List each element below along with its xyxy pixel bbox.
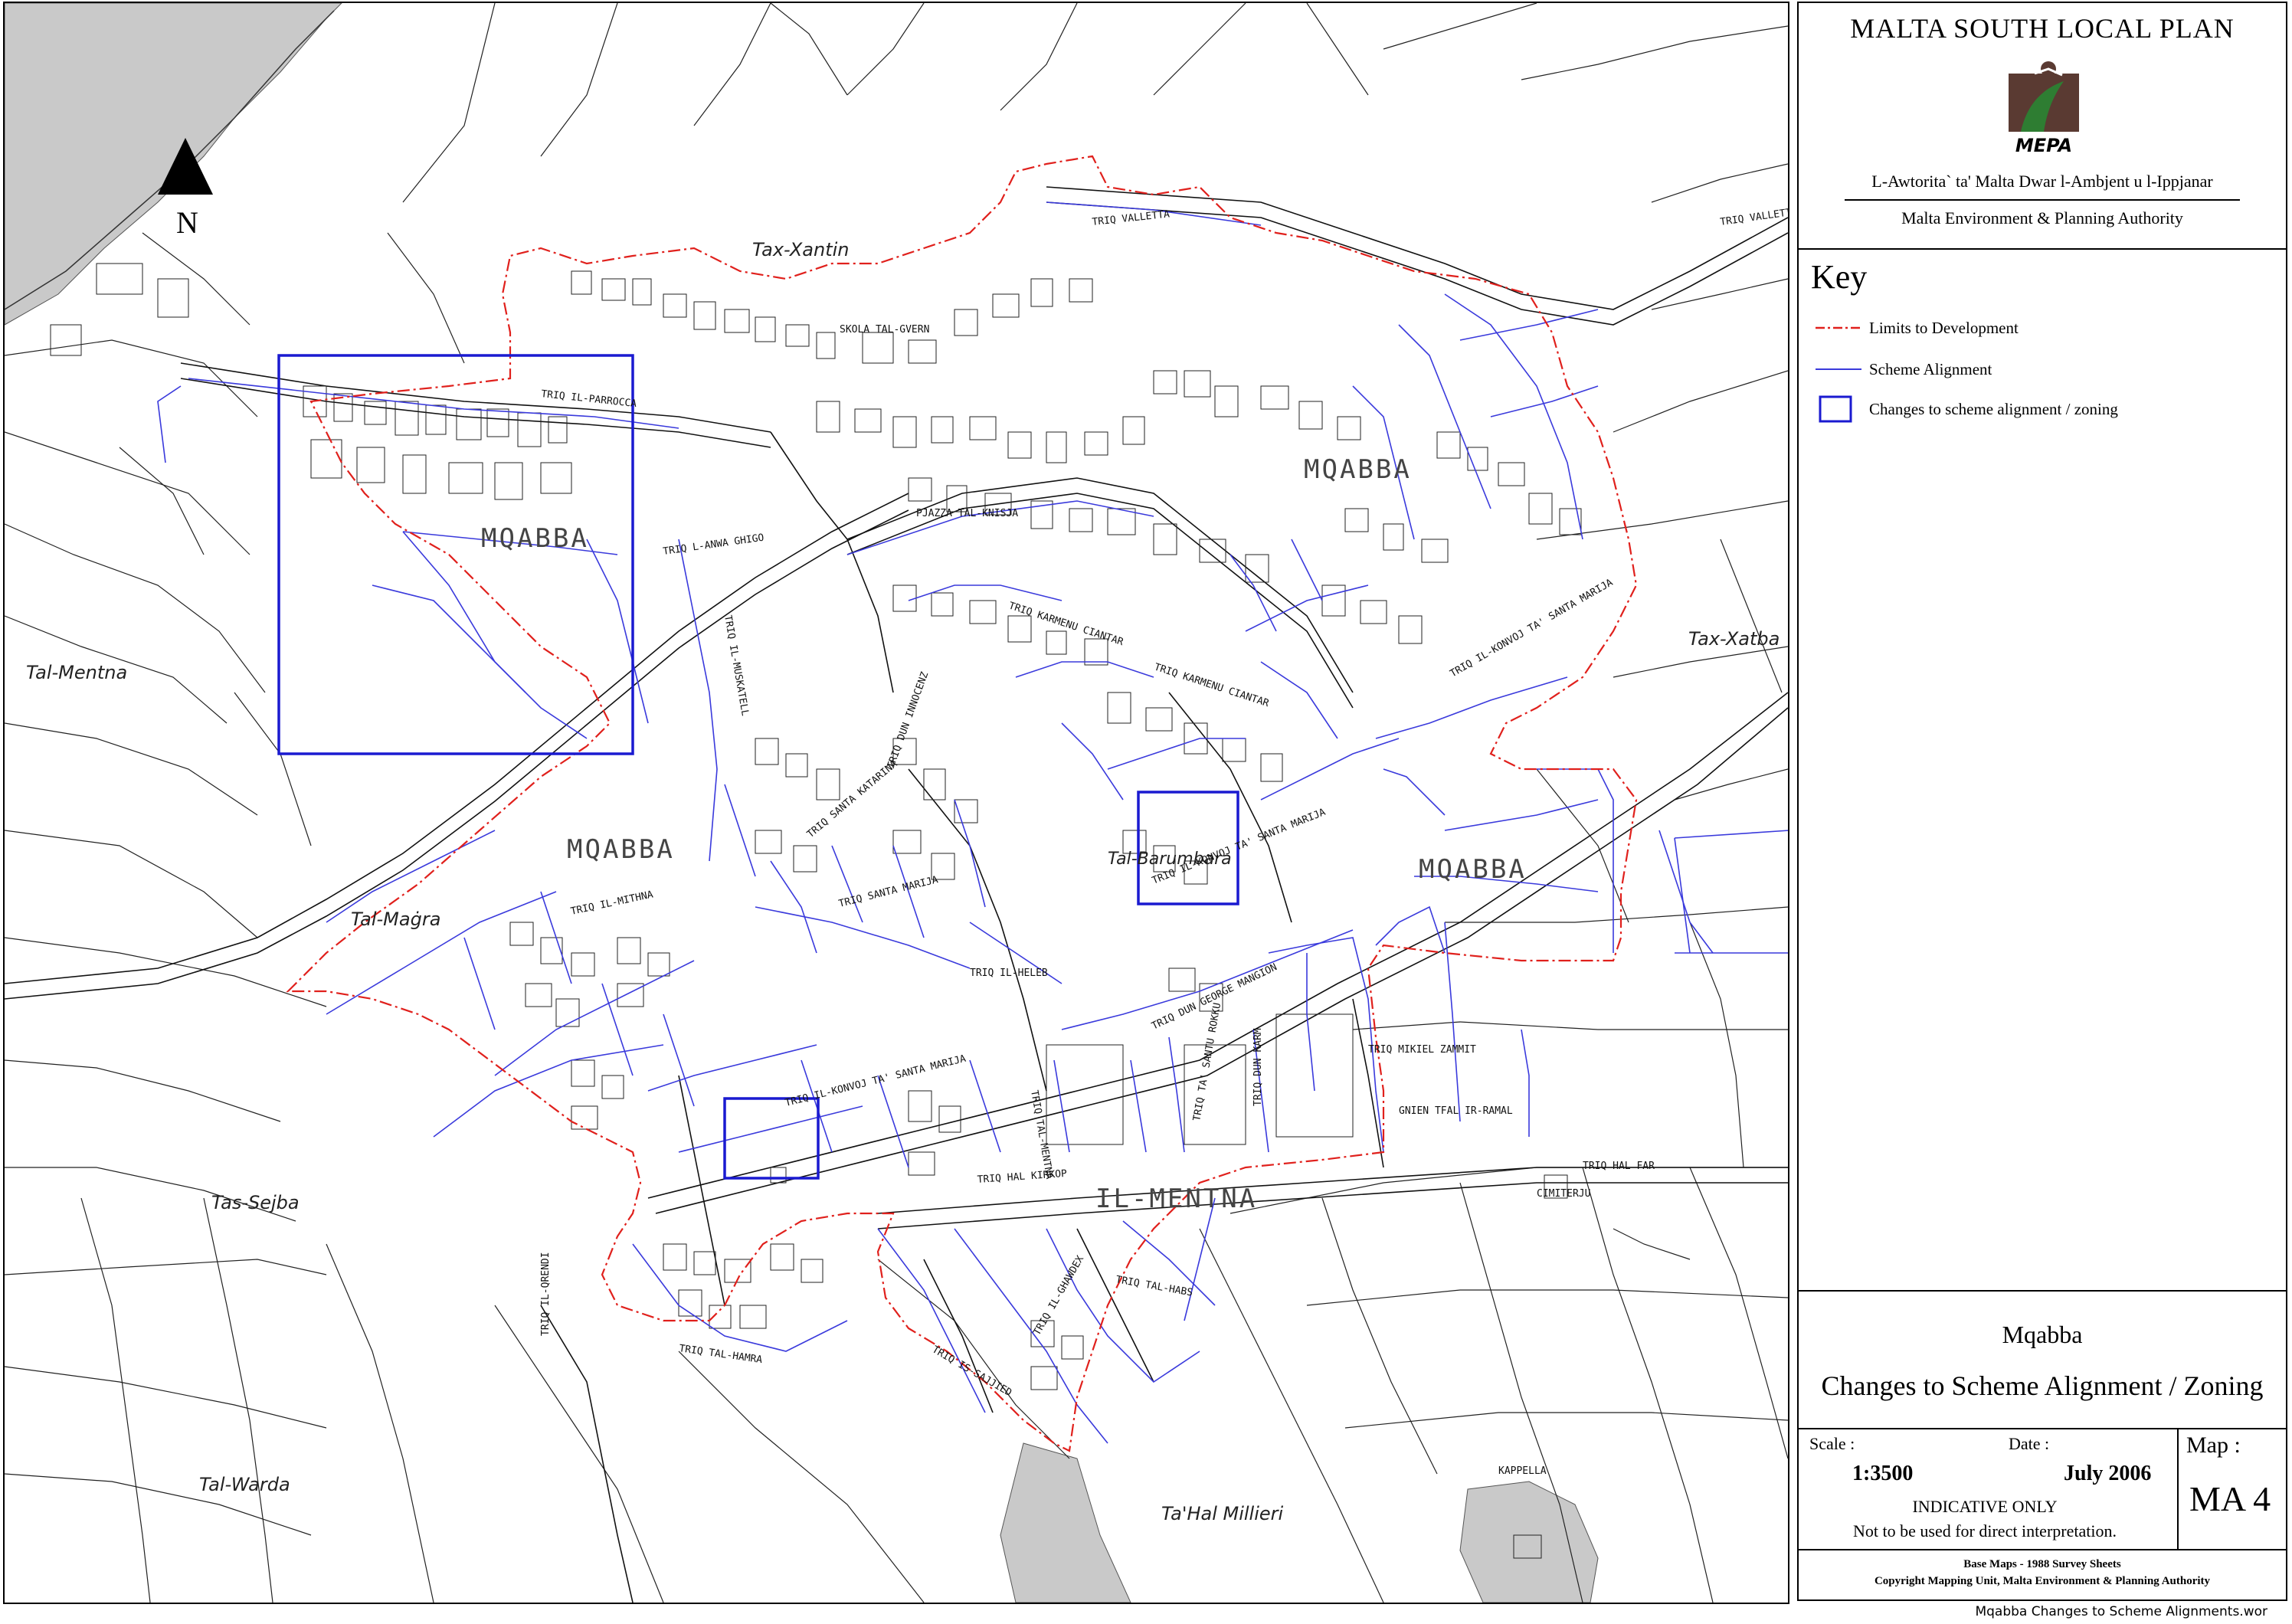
landmark-skola: SKOLA TAL-GVERN xyxy=(840,324,929,336)
place-tal-magra: Tal-Maġra xyxy=(351,909,440,930)
info-block-divider xyxy=(1799,1428,2286,1429)
key-label-scheme: Scheme Alignment xyxy=(1869,360,1992,378)
street-triq-tal-hamra: TRIQ TAL-HAMRA xyxy=(678,1343,763,1366)
street-triq-tal-habs: TRIQ TAL-HABS xyxy=(1115,1274,1193,1298)
place-tal-mentna: Tal-Mentna xyxy=(26,662,127,683)
street-triq-il-konvoj-3: TRIQ IL-KONVOJ TA' SANTA MARIJA xyxy=(784,1053,967,1109)
landmark-gnien: GNIEN TFAL IR-RAMAL xyxy=(1399,1105,1513,1117)
header-divider xyxy=(1799,248,2286,250)
street-triq-karmenu-ciantar-2: TRIQ KARMENU CIANTAR xyxy=(1153,662,1271,710)
landmark-cimiterju: CIMITERJU xyxy=(1537,1188,1590,1200)
base-maps-note: Base Maps - 1988 Survey Sheets xyxy=(1963,1558,2121,1570)
street-triq-il-heleb: TRIQ IL-HELEB xyxy=(970,968,1048,979)
copyright-note: Copyright Mapping Unit, Malta Environmen… xyxy=(1874,1575,2211,1587)
red-dash-dot-line-icon xyxy=(1816,326,1861,329)
change-zone-3[interactable] xyxy=(723,1097,820,1180)
key-label-changes: Changes to scheme alignment / zoning xyxy=(1869,400,2118,418)
place-il-mentna: IL-MENTNA xyxy=(1095,1184,1257,1214)
map-title: Mqabba xyxy=(2002,1321,2083,1348)
street-triq-l-anwa-ghigo: TRIQ L-ANWA GHIGO xyxy=(662,532,765,558)
street-triq-il-konvoj-1: TRIQ IL-KONVOJ TA' SANTA MARIJA xyxy=(1449,577,1616,679)
place-ta-hal-millieri: Ta'Hal Millieri xyxy=(1161,1503,1284,1524)
authority-divider xyxy=(1845,199,2240,201)
key-item-changes: Changes to scheme alignment / zoning xyxy=(1812,394,2272,424)
north-label: N xyxy=(176,205,198,240)
scale-label: Scale : xyxy=(1809,1434,1855,1453)
key-heading: Key xyxy=(1811,258,1868,296)
street-triq-il-ghawdex: TRIQ IL-GHAWDEX xyxy=(1031,1254,1086,1338)
street-triq-is-sajjied: TRIQ IS-SAJJIED xyxy=(930,1344,1013,1399)
place-tax-xatba: Tax-Xatba xyxy=(1688,628,1780,650)
street-triq-il-muskatell: TRIQ IL-MUSKATELL xyxy=(722,614,751,717)
indicative-note: INDICATIVE ONLY xyxy=(1912,1497,2058,1516)
mepa-logo-icon: MEPA xyxy=(2009,61,2079,156)
key-label-limits: Limits to Development xyxy=(1869,319,2019,337)
place-tax-xantin: Tax-Xantin xyxy=(752,239,850,260)
file-name: Mqabba Changes to Scheme Alignments.wor xyxy=(1975,1604,2267,1619)
legend-panel: MALTA SOUTH LOCAL PLAN MEPA L-Awtorita` … xyxy=(1797,2,2287,1601)
not-for-interpretation-note: Not to be used for direct interpretation… xyxy=(1853,1521,2117,1541)
street-triq-santa-marija: TRIQ SANTA MARIJA xyxy=(837,874,939,910)
landmark-kappella: KAPPELLA xyxy=(1498,1465,1547,1477)
street-triq-ta-santu-rokku: TRIQ TA' SANTU ROKKU xyxy=(1191,1002,1223,1122)
map-number: MA 4 xyxy=(2189,1479,2271,1518)
place-tas-sejba: Tas-Sejba xyxy=(211,1192,300,1213)
street-triq-mikiel-zammit: TRIQ MIKIEL ZAMMIT xyxy=(1368,1044,1476,1056)
street-triq-tal-mentna: TRIQ TAL-MENTNA xyxy=(1028,1089,1055,1180)
authority-name-english: Malta Environment & Planning Authority xyxy=(1901,208,2183,228)
street-triq-hal-far: TRIQ HAL FAR xyxy=(1583,1161,1655,1172)
locality-mqabba-3: MQABBA xyxy=(567,834,675,865)
street-triq-valletta-1: TRIQ VALLETTA xyxy=(1092,208,1171,228)
street-labels: TRIQ VALLETTA TRIQ VALLETTA TRIQ IL-PARR… xyxy=(540,206,1788,1399)
plan-title: MALTA SOUTH LOCAL PLAN xyxy=(1850,13,2235,44)
blue-square-icon xyxy=(1819,395,1852,423)
blue-line-icon xyxy=(1816,368,1861,370)
title-block-divider xyxy=(1799,1290,2286,1292)
street-triq-santa-katarina: TRIQ SANTA KATARINA xyxy=(805,758,900,840)
street-triq-il-qrendi: TRIQ IL-QRENDI xyxy=(540,1252,552,1336)
key-item-scheme: Scheme Alignment xyxy=(1812,354,2272,385)
locality-mqabba-2: MQABBA xyxy=(1304,454,1412,485)
street-triq-il-mithna: TRIQ IL-MITHNA xyxy=(570,889,654,917)
grey-quarry-area-southeast xyxy=(1459,1481,1599,1603)
base-map: N Tal-Mentna Tax-Xantin Tal-Maġra Tas-Se… xyxy=(5,3,1788,1603)
map-number-divider xyxy=(2177,1429,2179,1549)
authority-name-maltese: L-Awtorita` ta' Malta Dwar l-Ambjent u l… xyxy=(1871,172,2213,191)
field-boundaries xyxy=(5,3,1788,1603)
street-triq-dun-karm: TRIQ DUN KARM xyxy=(1252,1028,1264,1106)
map-subtitle: Changes to Scheme Alignment / Zoning xyxy=(1821,1370,2264,1401)
locality-mqabba-4: MQABBA xyxy=(1419,854,1527,885)
place-tal-warda: Tal-Warda xyxy=(199,1474,290,1495)
scale-value: 1:3500 xyxy=(1852,1462,1914,1485)
grey-quarry-area-south xyxy=(1000,1442,1131,1603)
mepa-logo: MEPA xyxy=(2004,58,2084,156)
key-item-limits: Limits to Development xyxy=(1812,313,2272,343)
footer-divider xyxy=(1799,1549,2286,1550)
logo-text: MEPA xyxy=(2015,135,2072,156)
street-triq-valletta-2: TRIQ VALLETTA xyxy=(1719,206,1788,228)
map-area[interactable]: N Tal-Mentna Tax-Xantin Tal-Maġra Tas-Se… xyxy=(3,2,1789,1604)
locality-mqabba-1: MQABBA xyxy=(481,523,589,554)
landmark-pjazza: PJAZZA TAL-KNISJA xyxy=(916,508,1018,519)
date-label: Date : xyxy=(2009,1434,2050,1453)
map-label: Map : xyxy=(2186,1432,2241,1458)
date-value: July 2006 xyxy=(2064,1462,2152,1485)
